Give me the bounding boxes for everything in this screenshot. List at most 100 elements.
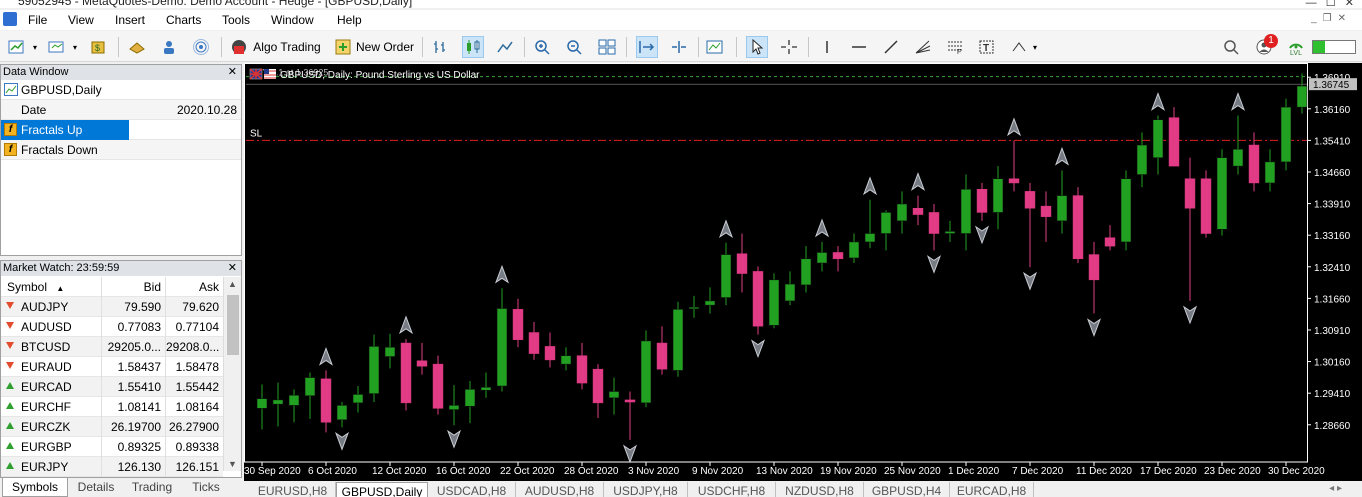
data-window-row: Date 2020.10.28 bbox=[1, 100, 241, 120]
candle-body bbox=[864, 233, 876, 243]
text-label-icon[interactable]: T bbox=[976, 36, 998, 58]
chart-tab[interactable]: USDCHF,H8 bbox=[688, 482, 776, 497]
chart-tab[interactable]: AUDUSD,H8 bbox=[516, 482, 604, 497]
shapes-icon[interactable] bbox=[1008, 36, 1030, 58]
table-row[interactable]: EURCHF 1.08141 1.08164 bbox=[1, 397, 223, 417]
tab-scroll-icon[interactable]: ◂ ▸ bbox=[1329, 483, 1342, 494]
lvl-button[interactable]: LVL bbox=[1284, 36, 1308, 58]
candle-body bbox=[848, 241, 860, 259]
column-bid[interactable]: Bid bbox=[101, 277, 165, 297]
scroll-thumb[interactable] bbox=[227, 295, 239, 355]
algo-trading-button[interactable]: Algo Trading bbox=[228, 36, 322, 58]
column-symbol[interactable]: Symbol ▲ bbox=[1, 277, 101, 299]
window-controls[interactable]: — ☐ ✕ bbox=[1306, 0, 1354, 8]
chart-shift-icon[interactable] bbox=[668, 36, 690, 58]
chart-tab[interactable]: NZDUSD,H8 bbox=[776, 482, 864, 497]
tab-ticks[interactable]: Ticks bbox=[180, 478, 232, 497]
freelance-icon[interactable] bbox=[158, 36, 180, 58]
scroll-down-icon[interactable]: ▼ bbox=[228, 459, 237, 469]
candle-body bbox=[1296, 85, 1308, 108]
fibonacci-fan-icon[interactable] bbox=[912, 36, 934, 58]
table-row[interactable]: EURCAD 1.55410 1.55442 bbox=[1, 377, 223, 397]
zoom-out-icon[interactable] bbox=[564, 36, 586, 58]
fibonacci-retracement-icon[interactable]: F bbox=[944, 36, 966, 58]
stop-loss-label: SL bbox=[250, 128, 263, 139]
table-row[interactable]: EURGBP 0.89325 0.89338 bbox=[1, 437, 223, 457]
dropdown-chevron-icon[interactable]: ▾ bbox=[30, 36, 40, 58]
trend-line-icon[interactable] bbox=[880, 36, 902, 58]
menu-window[interactable]: Window bbox=[271, 13, 314, 27]
bid-price: 79.590 bbox=[101, 297, 165, 317]
candlestick-chart-icon[interactable] bbox=[462, 36, 484, 58]
candle-body bbox=[1184, 178, 1196, 209]
table-row[interactable]: EURJPY 126.130 126.151 bbox=[1, 457, 223, 477]
radio-signal-icon[interactable] bbox=[190, 36, 212, 58]
column-ask[interactable]: Ask bbox=[165, 277, 223, 297]
table-row[interactable]: AUDJPY 79.590 79.620 bbox=[1, 297, 223, 317]
menu-charts[interactable]: Charts bbox=[166, 13, 201, 27]
candle-body bbox=[304, 377, 316, 396]
chart-tab[interactable]: EURUSD,H8 bbox=[250, 482, 336, 497]
menu-tools[interactable]: Tools bbox=[222, 13, 250, 27]
close-icon[interactable]: ✕ bbox=[228, 261, 237, 276]
candle-body bbox=[992, 178, 1004, 213]
scroll-up-icon[interactable]: ▲ bbox=[228, 279, 237, 289]
table-row[interactable]: EURCZK 26.19700 26.27900 bbox=[1, 417, 223, 437]
candle-body bbox=[560, 355, 572, 365]
tab-details[interactable]: Details bbox=[68, 478, 124, 497]
tab-symbols[interactable]: Symbols bbox=[2, 478, 68, 497]
candle-body bbox=[352, 394, 364, 404]
data-window-row[interactable]: Fractals Down f bbox=[1, 140, 241, 160]
mdi-window-controls[interactable]: _❐✕ bbox=[1311, 13, 1352, 24]
menu-view[interactable]: View bbox=[68, 13, 94, 27]
candle-body bbox=[384, 347, 396, 357]
line-chart-icon[interactable] bbox=[494, 36, 516, 58]
table-row[interactable]: AUDUSD 0.77083 0.77104 bbox=[1, 317, 223, 337]
market-watch-scrollbar[interactable]: ▲ ▼ bbox=[223, 277, 241, 471]
horizontal-line-icon[interactable] bbox=[848, 36, 870, 58]
fractal-down-icon bbox=[926, 255, 942, 274]
indicator-icon: f bbox=[4, 143, 17, 156]
candle-body bbox=[1152, 119, 1164, 158]
dropdown-chevron-icon[interactable]: ▾ bbox=[70, 36, 80, 58]
tab-trading[interactable]: Trading bbox=[124, 478, 180, 497]
crosshair-icon[interactable] bbox=[778, 36, 800, 58]
menu-help[interactable]: Help bbox=[337, 13, 362, 27]
auto-scroll-icon[interactable] bbox=[636, 36, 658, 58]
new-chart-icon[interactable] bbox=[6, 36, 28, 58]
notifications-button[interactable]: 1 bbox=[1250, 34, 1278, 58]
cursor-icon[interactable] bbox=[746, 36, 768, 58]
chart-tab[interactable]: USDJPY,H8 bbox=[604, 482, 688, 497]
chart-tab[interactable]: EURCAD,H8 bbox=[950, 482, 1034, 497]
tile-windows-icon[interactable] bbox=[596, 36, 618, 58]
price-chart-canvas[interactable]: 1.369101.361601.354101.346601.339101.331… bbox=[244, 63, 1362, 481]
profiles-icon[interactable] bbox=[46, 36, 68, 58]
gbp-flag-cross bbox=[249, 68, 263, 80]
table-row[interactable]: BTCUSD 29205.0... 29208.0... bbox=[1, 337, 223, 357]
dropdown-chevron-icon[interactable]: ▾ bbox=[1030, 36, 1040, 58]
ask-price: 1.08164 bbox=[165, 397, 223, 417]
chart-tab[interactable]: USDCAD,H8 bbox=[428, 482, 516, 497]
app-logo-icon[interactable] bbox=[3, 12, 17, 26]
data-window-row[interactable]: Fractals Up f bbox=[1, 120, 241, 140]
vertical-line-icon[interactable] bbox=[816, 36, 838, 58]
bar-chart-icon[interactable] bbox=[430, 36, 452, 58]
price-chart[interactable]: 1.369101.361601.354101.346601.339101.331… bbox=[244, 63, 1362, 481]
ask-price: 0.77104 bbox=[165, 317, 223, 337]
menu-file[interactable]: File bbox=[28, 13, 47, 27]
search-icon[interactable] bbox=[1220, 36, 1242, 58]
fractal-up-icon bbox=[1230, 92, 1246, 111]
fractal-up-icon bbox=[814, 218, 830, 238]
x-tick-label: 3 Nov 2020 bbox=[628, 466, 680, 477]
templates-icon[interactable] bbox=[704, 36, 726, 58]
market-icon[interactable]: $ bbox=[88, 36, 110, 58]
bid-price: 126.130 bbox=[101, 457, 165, 477]
table-row[interactable]: EURAUD 1.58437 1.58478 bbox=[1, 357, 223, 377]
zoom-in-icon[interactable] bbox=[532, 36, 554, 58]
chart-tab-active[interactable]: GBPUSD,Daily bbox=[336, 482, 428, 497]
chart-tab[interactable]: GBPUSD,H4 bbox=[864, 482, 950, 497]
menu-insert[interactable]: Insert bbox=[115, 13, 145, 27]
signals-icon[interactable] bbox=[126, 36, 148, 58]
new-order-button[interactable]: New Order bbox=[332, 36, 416, 58]
close-icon[interactable]: ✕ bbox=[228, 65, 237, 80]
